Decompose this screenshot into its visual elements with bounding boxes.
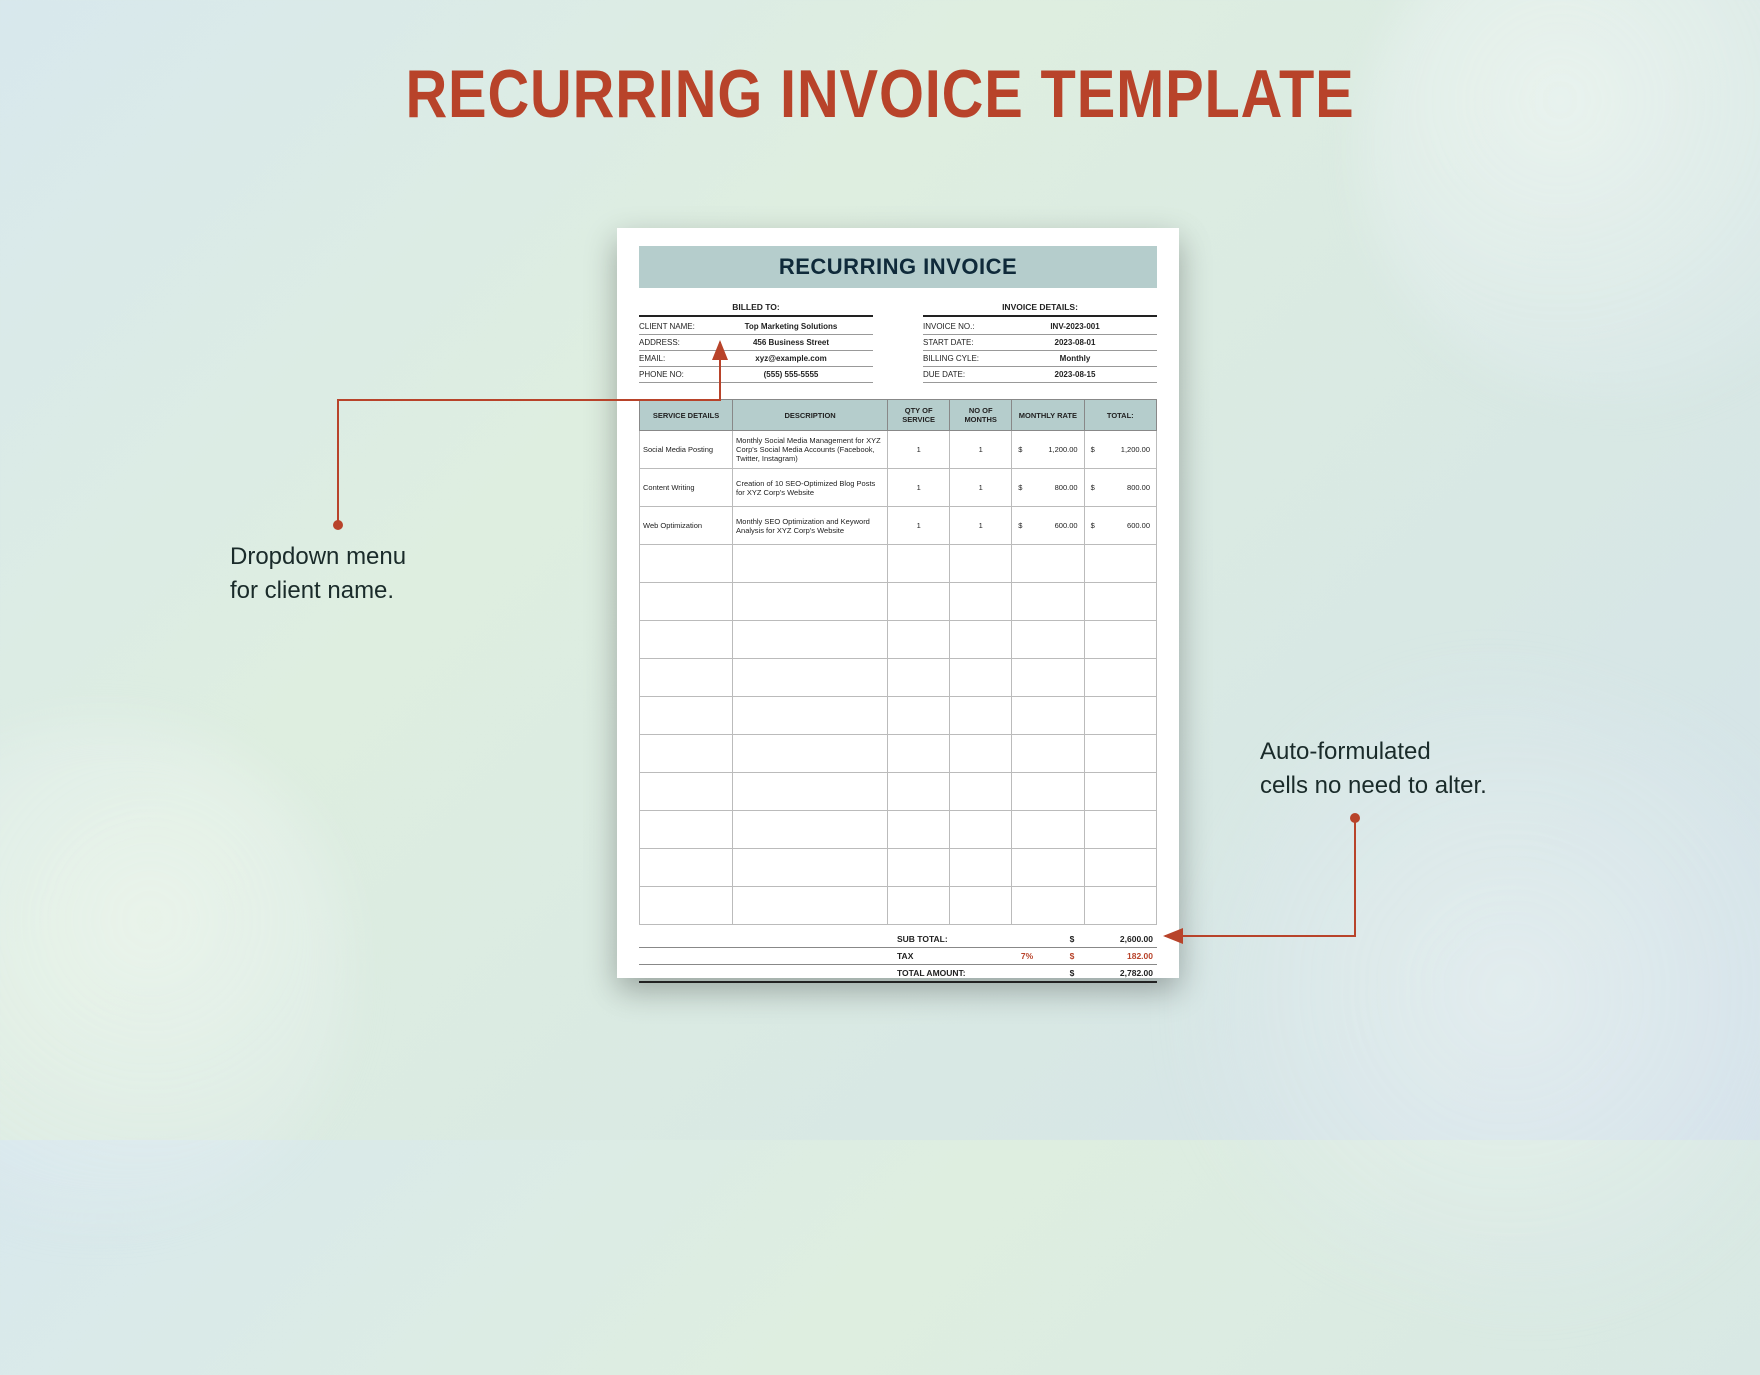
table-row-empty — [640, 697, 1157, 735]
table-row-empty — [640, 887, 1157, 925]
cell-rate: $800.00 — [1012, 469, 1084, 507]
callout-left: Dropdown menufor client name. — [230, 540, 406, 607]
table-row-empty — [640, 773, 1157, 811]
currency: $ — [1057, 951, 1087, 961]
subtotal-value: 2,600.00 — [1087, 934, 1157, 944]
table-row-empty — [640, 583, 1157, 621]
billing-cycle-value: Monthly — [993, 354, 1157, 363]
col-description: DESCRIPTION — [733, 400, 888, 431]
email-value: xyz@example.com — [709, 354, 873, 363]
table-row-empty — [640, 659, 1157, 697]
subtotal-row: SUB TOTAL: $ 2,600.00 — [639, 931, 1157, 948]
tax-row: TAX 7% $ 182.00 — [639, 948, 1157, 965]
table-row: Web OptimizationMonthly SEO Optimization… — [640, 507, 1157, 545]
invoice-details-heading: INVOICE DETAILS: — [923, 302, 1157, 317]
cell-qty: 1 — [888, 431, 950, 469]
email-label: EMAIL: — [639, 354, 709, 363]
invoice-details-block: INVOICE DETAILS: INVOICE NO.:INV-2023-00… — [923, 302, 1157, 383]
callout-dot-icon — [333, 520, 343, 530]
info-section: BILLED TO: CLIENT NAME:Top Marketing Sol… — [639, 302, 1157, 383]
total-value: 2,782.00 — [1087, 968, 1157, 978]
table-row-empty — [640, 621, 1157, 659]
start-date-label: START DATE: — [923, 338, 993, 347]
totals-section: SUB TOTAL: $ 2,600.00 TAX 7% $ 182.00 TO… — [639, 931, 1157, 983]
due-date-value: 2023-08-15 — [993, 370, 1157, 379]
cell-total: $1,200.00 — [1084, 431, 1156, 469]
billing-cycle-label: BILLING CYLE: — [923, 354, 993, 363]
billed-to-heading: BILLED TO: — [639, 302, 873, 317]
cell-rate: $600.00 — [1012, 507, 1084, 545]
bg-decoration — [0, 720, 350, 1220]
col-rate: MONTHLY RATE — [1012, 400, 1084, 431]
col-months: NO OF MONTHS — [950, 400, 1012, 431]
tax-label: TAX — [897, 951, 997, 961]
table-row: Content WritingCreation of 10 SEO-Optimi… — [640, 469, 1157, 507]
col-total: TOTAL: — [1084, 400, 1156, 431]
cell-total: $800.00 — [1084, 469, 1156, 507]
address-label: ADDRESS: — [639, 338, 709, 347]
subtotal-label: SUB TOTAL: — [897, 934, 997, 944]
cell-rate: $1,200.00 — [1012, 431, 1084, 469]
page-title: RECURRING INVOICE TEMPLATE — [132, 55, 1628, 133]
line-items-table: SERVICE DETAILS DESCRIPTION QTY OF SERVI… — [639, 399, 1157, 925]
table-row-empty — [640, 849, 1157, 887]
cell-description: Monthly Social Media Management for XYZ … — [733, 431, 888, 469]
invoice-header: RECURRING INVOICE — [639, 246, 1157, 288]
invoice-no-value: INV-2023-001 — [993, 322, 1157, 331]
invoice-no-label: INVOICE NO.: — [923, 322, 993, 331]
cell-months: 1 — [950, 431, 1012, 469]
table-row-empty — [640, 545, 1157, 583]
table-row: Social Media PostingMonthly Social Media… — [640, 431, 1157, 469]
table-header-row: SERVICE DETAILS DESCRIPTION QTY OF SERVI… — [640, 400, 1157, 431]
invoice-document: RECURRING INVOICE BILLED TO: CLIENT NAME… — [617, 228, 1179, 978]
cell-description: Monthly SEO Optimization and Keyword Ana… — [733, 507, 888, 545]
total-row: TOTAL AMOUNT: $ 2,782.00 — [639, 965, 1157, 983]
cell-months: 1 — [950, 507, 1012, 545]
callout-right: Auto-formulatedcells no need to alter. — [1260, 735, 1487, 802]
currency: $ — [1057, 934, 1087, 944]
phone-label: PHONE NO: — [639, 370, 709, 379]
cell-total: $600.00 — [1084, 507, 1156, 545]
col-qty: QTY OF SERVICE — [888, 400, 950, 431]
tax-value: 182.00 — [1087, 951, 1157, 961]
cell-months: 1 — [950, 469, 1012, 507]
total-label: TOTAL AMOUNT: — [897, 968, 997, 978]
start-date-value: 2023-08-01 — [993, 338, 1157, 347]
due-date-label: DUE DATE: — [923, 370, 993, 379]
client-name-label: CLIENT NAME: — [639, 322, 709, 331]
table-row-empty — [640, 811, 1157, 849]
cell-description: Creation of 10 SEO-Optimized Blog Posts … — [733, 469, 888, 507]
tax-pct: 7% — [997, 951, 1057, 961]
client-name-value[interactable]: Top Marketing Solutions — [709, 322, 873, 331]
address-value: 456 Business Street — [709, 338, 873, 347]
table-row-empty — [640, 735, 1157, 773]
bg-decoration — [1125, 605, 1760, 1374]
col-service: SERVICE DETAILS — [640, 400, 733, 431]
cell-service: Web Optimization — [640, 507, 733, 545]
billed-to-block: BILLED TO: CLIENT NAME:Top Marketing Sol… — [639, 302, 873, 383]
cell-qty: 1 — [888, 507, 950, 545]
cell-service: Social Media Posting — [640, 431, 733, 469]
phone-value: (555) 555-5555 — [709, 370, 873, 379]
cell-service: Content Writing — [640, 469, 733, 507]
currency: $ — [1057, 968, 1087, 978]
cell-qty: 1 — [888, 469, 950, 507]
